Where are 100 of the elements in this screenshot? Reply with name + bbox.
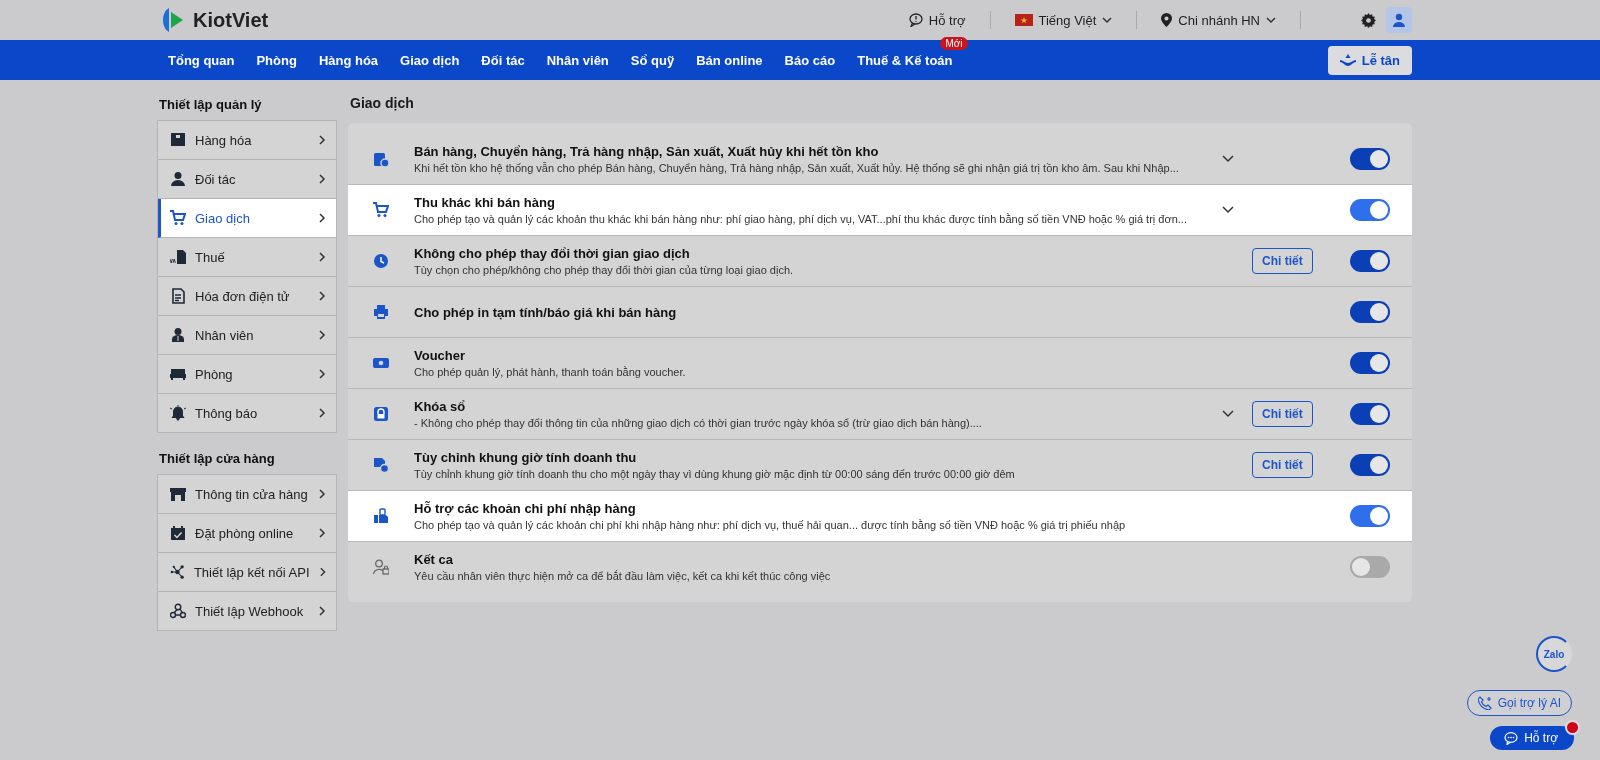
user-icon [1392,13,1406,27]
voucher-icon [373,355,389,371]
chevron-right-icon [318,369,326,379]
chat-icon [1504,731,1519,745]
bed-icon [170,366,186,382]
chevron-right-icon [318,489,326,499]
chevron-right-icon [318,330,326,340]
nav-link[interactable]: Phòng [245,53,308,68]
webhook-icon [170,603,186,619]
chevron-right-icon [318,213,326,223]
detail-button[interactable]: Chi tiết [1252,248,1313,274]
printer-icon [373,304,389,320]
setting-title: Voucher [414,347,467,363]
setting-title: Kết ca [414,551,455,567]
nav-link[interactable]: Nhân viên [535,53,620,68]
nav-link[interactable]: Đối tác [470,53,536,68]
cart-icon [170,210,186,226]
reception-button[interactable]: Lễ tân [1327,45,1412,75]
employee-icon [170,327,186,343]
sidebar-item[interactable]: Thông tin cửa hàng [158,475,336,514]
clock-icon [373,253,389,269]
sidebar-item[interactable]: Nhân viên [158,316,336,355]
language-select[interactable]: Tiếng Việt [1000,12,1127,28]
setting-title: Hỗ trợ các khoản chi phí nhập hàng [414,500,637,516]
toggle-switch[interactable] [1350,454,1390,476]
nav-link[interactable]: Hàng hóa [307,53,390,68]
setting-description: Khi hết tồn kho hệ thống vẫn cho phép Bán hàng, Chuyển hàng, Trả hàng nhập, Sản xuất, Xuất hủy. Hệ thống sẽ ghi nhận giá trị tồn kho âm. Sau khi Nhập... [414,160,1180,176]
nav-link[interactable]: Thuế & Kế toán [846,53,964,68]
hand-icon [1339,54,1356,66]
setting-title: Bán hàng, Chuyển hàng, Trả hàng nhập, Sản xuất, Xuất hủy khi hết tồn kho [414,142,880,159]
setting-description: Cho phép tạo và quản lý các khoản thu khác khi bán hàng như: phí giao hàng, phí dịch vụ, VAT...phí thu khác được tính bằng số tiền VNĐ hoặc % giá trị đơn... [414,212,1188,227]
setting-description: Cho phép quản lý, phát hành, thanh toán bằng voucher. [414,365,687,380]
toggle-switch[interactable] [1350,403,1390,425]
setting-description: Yêu cầu nhân viên thực hiện mở ca để bắt đầu làm việc, kết ca khi kết thúc công việc [414,569,832,584]
chevron-right-icon [318,567,326,577]
sidebar-item[interactable]: Phòng [158,355,336,394]
toggle-switch[interactable] [1350,301,1390,323]
sidebar-item[interactable]: Hàng hóa [158,121,336,160]
settings-icon[interactable] [1361,12,1376,28]
document-icon [170,288,186,304]
expand-chevron-icon[interactable] [1222,206,1234,214]
expand-chevron-icon[interactable] [1222,410,1234,418]
setting-title: Cho phép in tạm tính/báo giá khi bán hàng [414,303,678,322]
detail-button[interactable]: Chi tiết [1252,452,1313,478]
tax-document-icon [170,249,186,265]
setting-description: - Không cho phép thay đổi thông tin của những giao dịch có thời gian trước ngày khóa sổ (trừ giao dịch bán hàng).... [414,416,983,431]
new-badge: Mới [940,37,968,50]
cart-icon [373,202,389,218]
detail-button[interactable]: Chi tiết [1252,401,1313,427]
branch-select[interactable]: Chi nhánh HN [1147,12,1290,28]
zalo-button[interactable]: Zalo [1536,636,1572,672]
calendar-icon [170,525,186,541]
setting-title: Khóa sổ [414,398,467,414]
toggle-switch[interactable] [1350,505,1390,527]
nav-link[interactable]: Sổ quỹ [619,53,686,68]
toggle-switch[interactable] [1350,250,1390,272]
nav-link[interactable]: Giao dịch [389,53,471,68]
sidebar-item[interactable]: Thuế [158,238,336,277]
nav-link[interactable]: Bán online [685,53,774,68]
chevron-right-icon [318,252,326,262]
nav-link[interactable]: Tổng quan [157,53,246,68]
caret-icon [1266,16,1276,24]
setting-title: Không cho phép thay đổi thời gian giao dịch [414,245,691,261]
toggle-switch[interactable] [1350,199,1390,221]
avatar-button[interactable] [1386,7,1412,33]
support-link[interactable]: Hỗ trợ [894,12,980,28]
section-title: Giao dịch [349,95,415,113]
support-chat-button[interactable]: Hỗ trợ [1490,726,1574,750]
lock-icon [373,406,389,422]
nav-link[interactable]: Báo cáo [773,53,847,68]
location-pin-icon [1161,13,1173,27]
sidebar-item[interactable]: Đặt phòng online [158,514,336,553]
sidebar-item[interactable]: Giao dịch [158,199,336,238]
person-icon [170,171,186,187]
package-icon [170,132,186,148]
phone-icon [1477,696,1492,710]
sidebar-item[interactable]: Thiết lập kết nối API [158,553,336,592]
toggle-switch[interactable] [1350,556,1390,578]
ai-call-button[interactable]: Gọi trợ lý AI [1466,690,1572,716]
sidebar-item[interactable]: Thông báo [158,394,336,432]
chevron-right-icon [318,291,326,301]
setting-description: Cho phép tạo và quản lý các khoản chi phí khi nhập hàng như: phí dịch vụ, thuế hải quan... được tính bằng số tiền VNĐ hoặc % giá trị phiếu nhập [414,518,1127,533]
setting-description: Tùy chọn cho phép/không cho phép thay đổi thời gian của từng loại giao dịch. [414,263,795,278]
network-icon [170,564,185,580]
toggle-switch[interactable] [1350,352,1390,374]
expand-chevron-icon[interactable] [1222,154,1234,163]
setting-title: Tùy chỉnh khung giờ tính doanh thu [414,449,638,465]
chevron-right-icon [318,606,326,616]
setting-description: Tùy chỉnh khung giờ tính doanh thu cho một ngày thay vì dùng khung giờ mặc định từ 00:00 sáng đến trước 00:00 giờ đêm [414,467,1016,482]
user-lock-icon [373,559,389,575]
sidebar-item[interactable]: Hóa đơn điện tử [158,277,336,316]
store-icon [170,486,186,502]
chevron-right-icon [318,135,326,145]
chat-icon [908,13,923,27]
caret-icon [1102,16,1113,24]
sidebar-item[interactable]: Thiết lập Webhook [158,592,336,630]
logo-text: KiotViet [193,8,269,32]
flag-icon [1014,14,1033,26]
sidebar-group-title: Thiết lập quản lý [158,96,263,114]
toggle-switch[interactable] [1350,147,1390,170]
